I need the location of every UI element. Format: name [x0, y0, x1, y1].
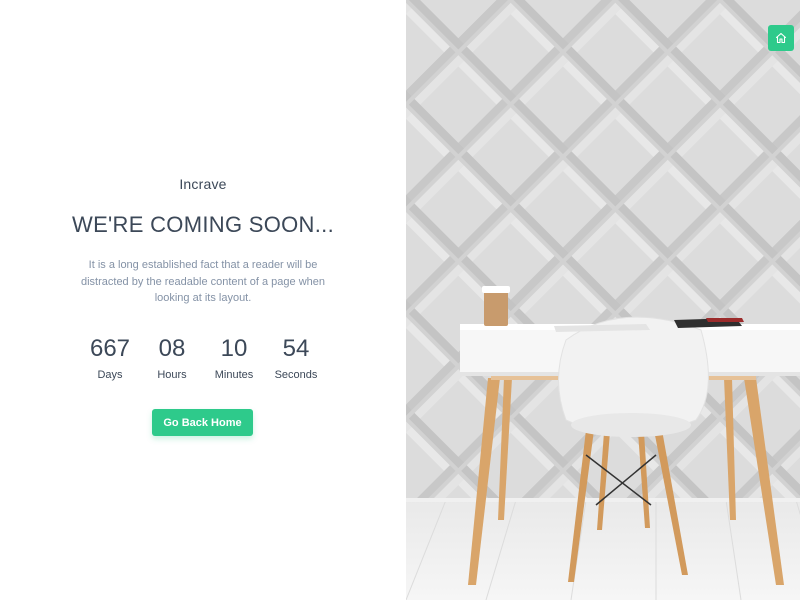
countdown-label: Hours: [157, 369, 187, 381]
brand-name: Incrave: [179, 176, 227, 192]
go-back-home-button[interactable]: Go Back Home: [152, 409, 253, 436]
countdown-value: 54: [282, 335, 310, 362]
countdown-value: 667: [89, 335, 131, 362]
hero-image: [406, 0, 800, 600]
countdown-label: Minutes: [214, 369, 254, 381]
countdown-seconds: 54 Seconds: [265, 334, 327, 381]
countdown-label: Days: [97, 369, 123, 381]
countdown-timer: 667 Days 08 Hours 10 Minutes 54 Seconds: [0, 334, 406, 381]
home-icon: [775, 32, 787, 44]
description-text: It is a long established fact that a rea…: [80, 259, 325, 305]
countdown-minutes: 10 Minutes: [203, 334, 265, 381]
content-panel: Incrave WE'RE COMING SOON... It is a lon…: [0, 0, 406, 600]
countdown-days: 667 Days: [79, 334, 141, 381]
countdown-label: Seconds: [274, 369, 318, 381]
countdown-hours: 08 Hours: [141, 334, 203, 381]
countdown-value: 10: [220, 335, 248, 362]
countdown-value: 08: [158, 335, 186, 362]
page-title: WE'RE COMING SOON...: [72, 212, 334, 237]
desk-chair-illustration: [406, 0, 800, 600]
home-button[interactable]: [768, 25, 794, 51]
